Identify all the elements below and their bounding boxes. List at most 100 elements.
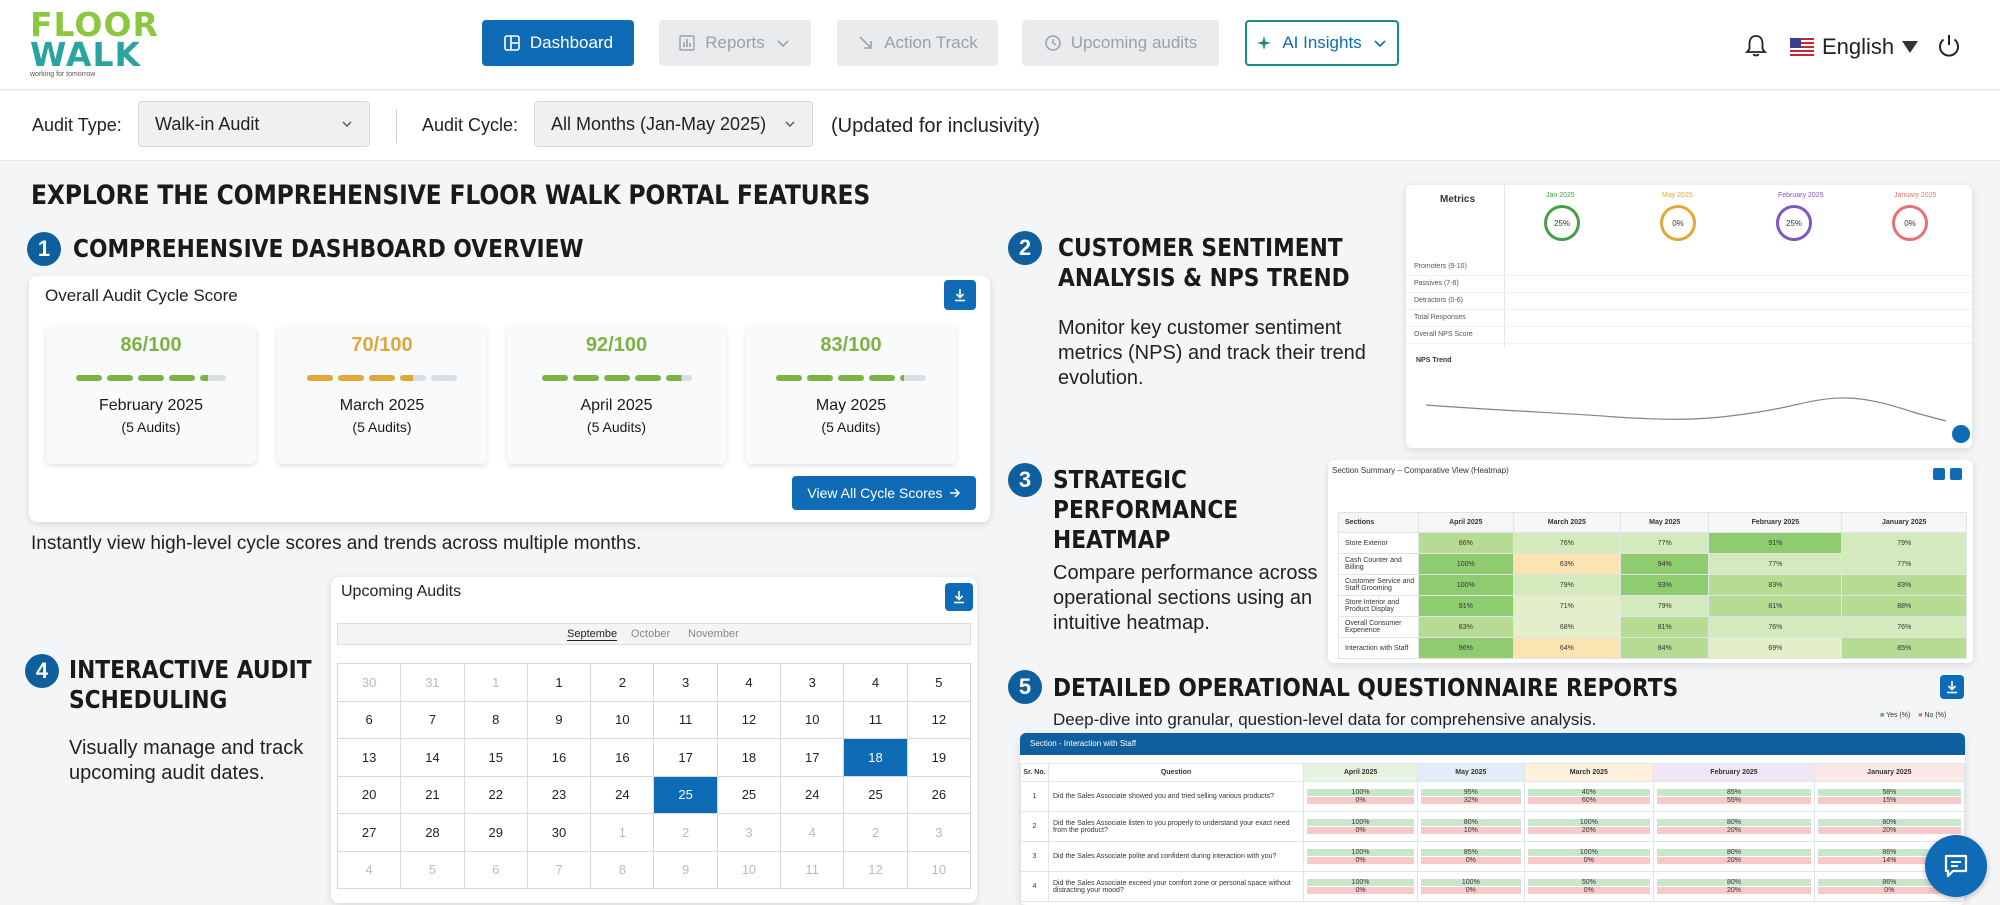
calendar-day[interactable]: 12 [843,850,908,889]
questionnaire-col-header: Question [1048,763,1304,782]
calendar-day[interactable]: 13 [336,738,402,777]
calendar-day[interactable]: 18 [843,738,908,777]
calendar-day[interactable]: 26 [906,775,972,814]
audit-type-select[interactable]: Walk-in Audit [138,101,370,147]
chat-button[interactable] [1925,835,1987,897]
calendar-day[interactable]: 1 [526,663,592,702]
calendar-day[interactable]: 12 [716,700,782,739]
yes-value: 80% [1657,819,1811,826]
calendar-day[interactable]: 9 [653,850,718,889]
heatmap-cell: 76% [1708,616,1843,638]
calendar-day[interactable]: 18 [716,738,782,777]
calendar-day[interactable]: 3 [716,813,782,852]
heatmap-download-icon[interactable] [1950,468,1962,480]
calendar-day[interactable]: 25 [653,775,718,814]
calendar-day[interactable]: 3 [906,813,972,852]
score-tile[interactable]: 83/100 May 2025 (5 Audits) [746,326,956,464]
calendar-day[interactable]: 24 [780,775,845,814]
calendar-day[interactable]: 8 [590,850,655,889]
calendar-day[interactable]: 10 [716,850,782,889]
calendar-day[interactable]: 22 [463,775,528,814]
nps-metric-row: Total Responses [1414,314,1466,321]
calendar-day[interactable]: 27 [336,813,402,852]
nps-preview-card[interactable]: Metrics Jan 2025 25% May 2025 0% February 20… [1406,185,1972,448]
calendar-day[interactable]: 2 [653,813,718,852]
floorwalk-logo[interactable]: FLOOR WALK working for tomorrow [30,8,160,80]
download-button[interactable] [1940,675,1964,699]
calendar-day[interactable]: 8 [463,700,528,739]
download-button[interactable] [945,583,973,611]
calendar-day[interactable]: 6 [336,700,402,739]
calendar-day[interactable]: 17 [653,738,718,777]
nav-reports-button[interactable]: Reports [659,20,811,66]
tab-november[interactable]: November [688,628,739,640]
calendar-day[interactable]: 2 [590,663,655,702]
nav-dashboard-button[interactable]: Dashboard [482,20,634,66]
calendar-day[interactable]: 30 [336,663,402,702]
calendar-day[interactable]: 16 [590,738,655,777]
tab-october[interactable]: October [631,628,670,640]
calendar-day[interactable]: 3 [653,663,718,702]
calendar-day[interactable]: 11 [780,850,845,889]
calendar-day[interactable]: 24 [590,775,655,814]
questionnaire-preview-card[interactable]: Section - Interaction with Staff Sr. No.… [1020,733,1965,905]
score-tile[interactable]: 70/100 March 2025 (5 Audits) [277,326,487,464]
nav-ai-insights-button[interactable]: AI Insights [1245,20,1399,66]
calendar-day[interactable]: 1 [590,813,655,852]
nav-action-track-button[interactable]: Action Track [837,20,998,66]
calendar-day[interactable]: 23 [526,775,592,814]
view-all-cycle-scores-button[interactable]: View All Cycle Scores [792,476,976,510]
download-button[interactable] [944,280,976,310]
calendar-day[interactable]: 11 [843,700,908,739]
progress-segment [634,375,661,381]
calendar-day[interactable]: 10 [590,700,655,739]
calendar-day[interactable]: 9 [526,700,592,739]
calendar-day[interactable]: 10 [906,850,972,889]
calendar-day[interactable]: 16 [526,738,592,777]
calendar-day[interactable]: 28 [400,813,465,852]
calendar-day[interactable]: 10 [780,700,845,739]
calendar-day[interactable]: 15 [463,738,528,777]
calendar-day[interactable]: 17 [780,738,845,777]
audit-cycle-select[interactable]: All Months (Jan-May 2025) [534,101,813,147]
calendar-day[interactable]: 1 [463,663,528,702]
power-icon[interactable] [1935,32,1963,60]
bell-icon[interactable] [1743,33,1769,59]
calendar-day[interactable]: 25 [716,775,782,814]
language-selector[interactable]: English [1790,34,1919,60]
calendar-day[interactable]: 4 [780,813,845,852]
nps-expand-icon[interactable] [1952,425,1970,443]
tab-september[interactable]: Septembe [567,628,618,641]
calendar-day[interactable]: 4 [716,663,782,702]
calendar-day[interactable]: 29 [463,813,528,852]
calendar-day[interactable]: 31 [400,663,465,702]
calendar-day[interactable]: 4 [843,663,908,702]
heatmap-preview-card[interactable]: Section Summary – Comparative View (Heat… [1328,460,1973,663]
score-tile[interactable]: 86/100 February 2025 (5 Audits) [46,326,256,464]
calendar-day[interactable]: 5 [906,663,972,702]
calendar-day[interactable]: 7 [526,850,592,889]
score-audit-count: (5 Audits) [586,419,647,435]
section-2-description: Monitor key customer sentiment metrics (… [1058,317,1366,389]
calendar-day[interactable]: 14 [400,738,465,777]
calendar-day[interactable]: 5 [400,850,465,889]
nav-upcoming-audits-button[interactable]: Upcoming audits [1022,20,1219,66]
calendar-day[interactable]: 2 [843,813,908,852]
calendar-day[interactable]: 4 [336,850,402,889]
calendar-day[interactable]: 25 [843,775,908,814]
question-result-cell: 100% 0% [1302,781,1419,812]
calendar-day[interactable]: 6 [463,850,528,889]
calendar-day[interactable]: 20 [336,775,402,814]
questionnaire-section-bar[interactable]: Section - Interaction with Staff [1020,733,1965,755]
calendar-day[interactable]: 11 [653,700,718,739]
heatmap-filter-icon[interactable] [1933,468,1945,480]
calendar-day[interactable]: 21 [400,775,465,814]
logo-line2: WALK [30,35,142,74]
calendar-day[interactable]: 12 [906,700,972,739]
progress-segment [307,375,333,381]
calendar-day[interactable]: 30 [526,813,592,852]
calendar-day[interactable]: 3 [780,663,845,702]
calendar-day[interactable]: 19 [906,738,972,777]
score-tile[interactable]: 92/100 April 2025 (5 Audits) [507,326,726,464]
calendar-day[interactable]: 7 [400,700,465,739]
